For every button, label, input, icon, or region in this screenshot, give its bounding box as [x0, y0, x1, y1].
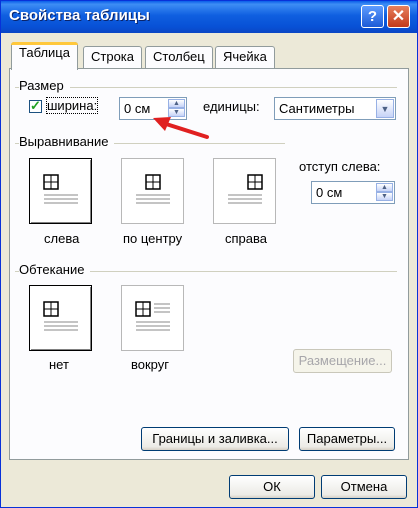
align-group-label: Выравнивание: [19, 134, 115, 149]
close-button[interactable]: ✕: [387, 5, 410, 28]
wrap-around-icon: [135, 301, 170, 331]
align-left-icon: [43, 174, 78, 204]
align-right-option[interactable]: [213, 158, 276, 224]
wrap-none-label: нет: [49, 357, 69, 372]
units-label: единицы:: [203, 99, 260, 114]
title-bar[interactable]: Свойства таблицы ? ✕: [1, 1, 417, 33]
width-label: ширина:: [45, 97, 99, 114]
spin-up-icon[interactable]: ▲: [168, 99, 185, 108]
position-button[interactable]: Размещение...: [293, 349, 392, 373]
cancel-button[interactable]: Отмена: [321, 475, 407, 499]
wrap-group-label: Обтекание: [19, 262, 91, 277]
width-value: 0 см: [124, 101, 151, 116]
indent-spinner[interactable]: 0 см ▲ ▼: [311, 181, 395, 204]
wrap-around-label: вокруг: [131, 357, 170, 372]
tab-table[interactable]: Таблица: [11, 42, 78, 70]
indent-label: отступ слева:: [299, 159, 381, 174]
align-right-label: справа: [225, 231, 267, 246]
options-button[interactable]: Параметры...: [299, 427, 395, 451]
tab-cell[interactable]: Ячейка: [215, 46, 275, 68]
size-group-label: Размер: [19, 78, 70, 93]
borders-shading-button[interactable]: Границы и заливка...: [141, 427, 289, 451]
align-center-label: по центру: [123, 231, 183, 246]
units-value: Сантиметры: [279, 101, 355, 116]
chevron-down-icon[interactable]: ▼: [376, 99, 394, 118]
dialog-window: Свойства таблицы ? ✕ Таблица Строка Стол…: [0, 0, 418, 508]
align-right-icon: [228, 174, 263, 204]
tab-table-label: Таблица: [19, 45, 70, 60]
width-checkbox[interactable]: [29, 98, 42, 114]
tab-row[interactable]: Строка: [83, 46, 143, 68]
align-center-option[interactable]: [121, 158, 184, 224]
tab-row-label: Строка: [91, 49, 135, 64]
size-group-line: [15, 87, 397, 88]
window-title: Свойства таблицы: [9, 7, 150, 24]
tab-column-label: Столбец: [153, 49, 205, 64]
wrap-none-option[interactable]: [29, 285, 92, 351]
help-button[interactable]: ?: [361, 5, 384, 28]
indent-value: 0 см: [316, 185, 343, 200]
align-center-icon: [136, 174, 170, 204]
wrap-none-icon: [43, 301, 78, 331]
align-left-option[interactable]: [29, 158, 92, 224]
wrap-around-option[interactable]: [121, 285, 184, 351]
annotation-arrow-icon: [153, 117, 209, 139]
tab-cell-label: Ячейка: [223, 49, 267, 64]
ok-button[interactable]: ОК: [229, 475, 315, 499]
tab-column[interactable]: Столбец: [145, 46, 213, 68]
spin-up-icon[interactable]: ▲: [376, 183, 393, 192]
units-select[interactable]: Сантиметры ▼: [274, 97, 396, 120]
spin-down-icon[interactable]: ▼: [376, 192, 393, 201]
align-left-label: слева: [44, 231, 80, 246]
